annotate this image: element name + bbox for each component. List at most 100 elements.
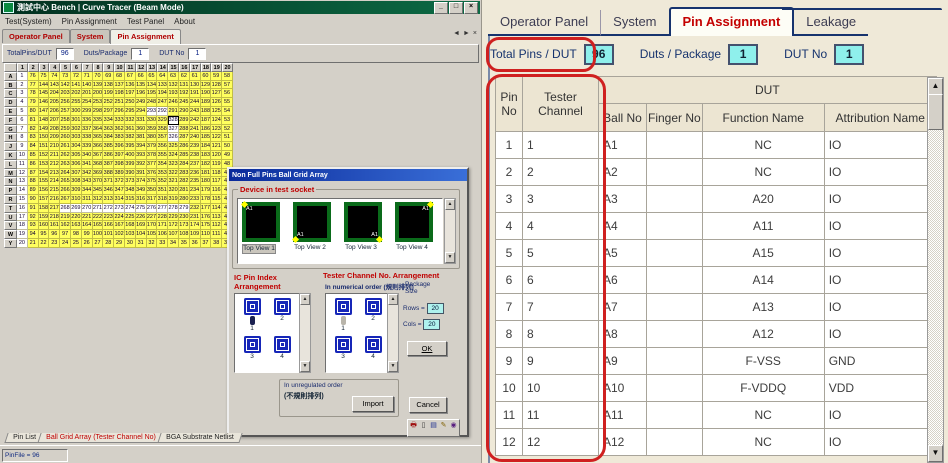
grid-cell[interactable]: 306 bbox=[71, 160, 82, 169]
grid-cell[interactable]: 88 bbox=[28, 177, 39, 186]
cell-function-name[interactable]: A12 bbox=[702, 321, 824, 348]
grid-cell[interactable]: 87 bbox=[28, 169, 39, 178]
grid-cell[interactable]: 35 bbox=[179, 239, 190, 248]
cell-pin-no[interactable]: 4 bbox=[496, 213, 523, 240]
globe-icon[interactable]: ◉ bbox=[449, 421, 458, 431]
grid-cell[interactable]: 370 bbox=[93, 177, 104, 186]
grid-cell[interactable]: 11 bbox=[17, 160, 28, 169]
cell-pin-no[interactable]: 8 bbox=[496, 321, 523, 348]
grid-cell[interactable]: 86 bbox=[28, 160, 39, 169]
grid-cell[interactable]: 314 bbox=[114, 195, 125, 204]
grid-cell[interactable]: 91 bbox=[28, 204, 39, 213]
grid-cell[interactable]: 105 bbox=[147, 230, 158, 239]
tester-channel-scrollbar[interactable]: ▲ ▼ bbox=[387, 293, 399, 373]
grid-cell[interactable]: 94 bbox=[28, 230, 39, 239]
grid-cell[interactable]: 361 bbox=[125, 125, 136, 134]
cell-pin-no[interactable]: 6 bbox=[496, 267, 523, 294]
grid-cell[interactable]: 196 bbox=[136, 89, 147, 98]
grid-cell[interactable]: 350 bbox=[147, 186, 158, 195]
grid-cell[interactable]: 209 bbox=[49, 133, 60, 142]
cell-attribution-name[interactable]: IO bbox=[824, 429, 936, 456]
grid-cell[interactable]: 291 bbox=[168, 107, 179, 116]
cell-ball-no[interactable]: A9 bbox=[599, 348, 647, 375]
grid-cell[interactable]: 256 bbox=[60, 98, 71, 107]
grid-cell[interactable]: 1 bbox=[17, 72, 28, 81]
grid-cell[interactable]: 166 bbox=[103, 221, 114, 230]
grid-cell[interactable]: 393 bbox=[136, 151, 147, 160]
grid-cell[interactable]: 285 bbox=[179, 151, 190, 160]
grid-cell[interactable]: 276 bbox=[147, 204, 158, 213]
grid-cell[interactable]: 153 bbox=[39, 160, 50, 169]
cell-finger-no[interactable] bbox=[647, 132, 703, 159]
grid-cell[interactable]: 98 bbox=[71, 230, 82, 239]
grid-cell[interactable]: 217 bbox=[49, 204, 60, 213]
grid-cell[interactable]: 160 bbox=[39, 221, 50, 230]
grid-cell[interactable]: 124 bbox=[211, 116, 222, 125]
grid-cell[interactable]: 195 bbox=[147, 89, 158, 98]
grid-cell[interactable]: 305 bbox=[71, 151, 82, 160]
cell-function-name[interactable]: NC bbox=[702, 159, 824, 186]
grid-cell[interactable]: 321 bbox=[168, 177, 179, 186]
grid-cell[interactable]: 345 bbox=[93, 186, 104, 195]
cell-tester-channel[interactable]: 9 bbox=[523, 348, 599, 375]
grid-cell[interactable]: 341 bbox=[82, 160, 93, 169]
grid-cell[interactable]: 221 bbox=[82, 213, 93, 222]
grid-cell[interactable]: 58 bbox=[222, 72, 233, 81]
grid-cell[interactable]: 16 bbox=[17, 204, 28, 213]
grid-cell[interactable]: 49 bbox=[222, 151, 233, 160]
grid-cell[interactable]: 327 bbox=[168, 125, 179, 134]
cell-pin-no[interactable]: 11 bbox=[496, 402, 523, 429]
grid-cell[interactable]: 216 bbox=[49, 195, 60, 204]
grid-cell[interactable]: 187 bbox=[201, 116, 212, 125]
grid-cell[interactable]: 27 bbox=[93, 239, 104, 248]
grid-cell[interactable]: 274 bbox=[125, 204, 136, 213]
grid-cell[interactable]: 207 bbox=[49, 116, 60, 125]
grid-cell[interactable]: 201 bbox=[82, 89, 93, 98]
cell-attribution-name[interactable]: IO bbox=[824, 294, 936, 321]
ic-pin-index-scrollbar[interactable]: ▲ ▼ bbox=[299, 293, 311, 373]
grid-cell[interactable]: 298 bbox=[93, 107, 104, 116]
grid-cell[interactable]: 302 bbox=[71, 125, 82, 134]
scroll-up-icon[interactable]: ▲ bbox=[445, 199, 455, 210]
grid-cell[interactable]: 317 bbox=[147, 195, 158, 204]
grid-cell[interactable]: 143 bbox=[49, 81, 60, 90]
cell-pin-no[interactable]: 7 bbox=[496, 294, 523, 321]
grid-cell[interactable]: 231 bbox=[190, 213, 201, 222]
grid-cell[interactable]: 144 bbox=[39, 81, 50, 90]
grid-cell[interactable]: 19 bbox=[17, 230, 28, 239]
grid-cell[interactable]: 247 bbox=[157, 98, 168, 107]
grid-cell[interactable]: 33 bbox=[157, 239, 168, 248]
grid-cell[interactable]: 227 bbox=[147, 213, 158, 222]
grid-cell[interactable]: 297 bbox=[103, 107, 114, 116]
scroll-up-icon[interactable]: ▲ bbox=[928, 78, 943, 95]
grid-cell[interactable]: 286 bbox=[179, 142, 190, 151]
grid-cell[interactable]: 223 bbox=[103, 213, 114, 222]
cell-finger-no[interactable] bbox=[647, 159, 703, 186]
top-view-label[interactable]: Top View 4 bbox=[395, 244, 429, 252]
grid-cell[interactable]: 117 bbox=[211, 177, 222, 186]
grid-cell[interactable]: 200 bbox=[93, 89, 104, 98]
grid-cell[interactable]: 180 bbox=[201, 177, 212, 186]
grid-cell[interactable]: 374 bbox=[136, 177, 147, 186]
grid-cell[interactable]: 277 bbox=[157, 204, 168, 213]
grid-cell[interactable]: 84 bbox=[28, 142, 39, 151]
grid-cell[interactable]: 307 bbox=[71, 169, 82, 178]
grid-cell[interactable]: 311 bbox=[82, 195, 93, 204]
pin-index-chip[interactable]: 1 bbox=[237, 298, 267, 333]
grid-cell[interactable]: 37 bbox=[201, 239, 212, 248]
grid-cell[interactable]: 137 bbox=[114, 81, 125, 90]
grid-cell[interactable]: 4 bbox=[17, 98, 28, 107]
grid-cell[interactable]: 236 bbox=[190, 169, 201, 178]
grid-cell[interactable]: 100 bbox=[93, 230, 104, 239]
grid-cell[interactable]: 263 bbox=[60, 160, 71, 169]
grid-cell[interactable]: 202 bbox=[71, 89, 82, 98]
grid-cell[interactable]: 245 bbox=[179, 98, 190, 107]
grid-cell[interactable]: 140 bbox=[82, 81, 93, 90]
grid-cell[interactable]: 199 bbox=[103, 89, 114, 98]
grid-cell[interactable]: 289 bbox=[179, 116, 190, 125]
menu-item-test-panel[interactable]: Test Panel bbox=[127, 17, 164, 26]
grid-cell[interactable]: 182 bbox=[201, 160, 212, 169]
grid-cell[interactable]: 170 bbox=[147, 221, 158, 230]
cell-attribution-name[interactable]: IO bbox=[824, 159, 936, 186]
grid-cell[interactable]: 260 bbox=[60, 133, 71, 142]
